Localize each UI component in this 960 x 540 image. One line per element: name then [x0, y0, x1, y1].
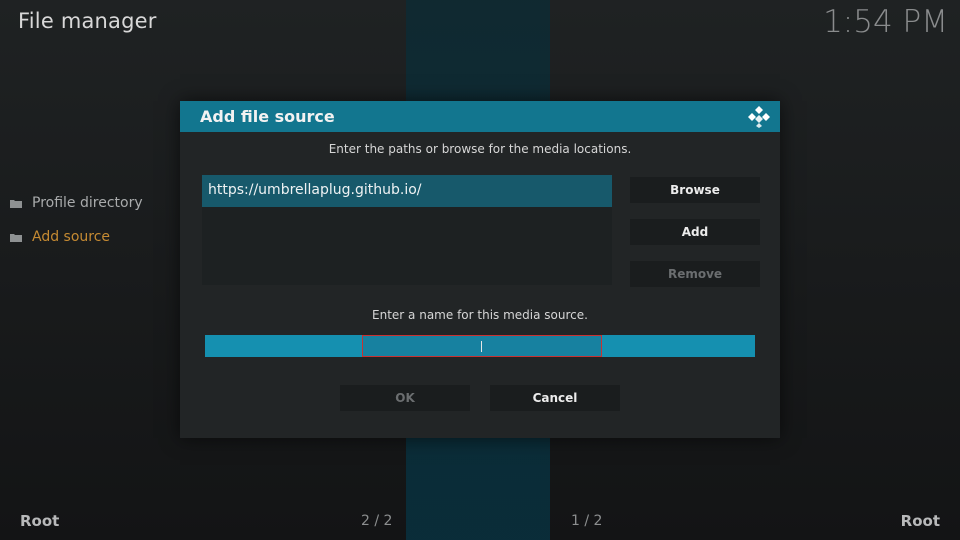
dialog-header: Add file source: [180, 101, 780, 132]
browse-button[interactable]: Browse: [630, 177, 760, 203]
cancel-button[interactable]: Cancel: [490, 385, 620, 411]
source-item-label: Profile directory: [32, 195, 143, 211]
source-name-bar: [205, 335, 755, 357]
path-list-item[interactable]: https://umbrellaplug.github.io/: [202, 175, 612, 207]
footer-right-label: Root: [900, 512, 940, 530]
path-list: https://umbrellaplug.github.io/: [202, 175, 612, 285]
source-name-input[interactable]: [362, 335, 602, 357]
folder-icon: [10, 199, 22, 208]
footer-left-page-count: 2 / 2: [361, 513, 393, 529]
clock: 1:54 PM: [823, 4, 948, 40]
add-button[interactable]: Add: [630, 219, 760, 245]
dialog-title: Add file source: [200, 107, 335, 126]
folder-icon: [10, 233, 22, 242]
add-file-source-dialog: Add file source Enter the paths or brows…: [180, 101, 780, 438]
app-title: File manager: [18, 9, 157, 33]
source-list: Profile directory Add source: [10, 186, 143, 254]
source-item-label: Add source: [32, 229, 111, 245]
file-manager-screen: File manager 1:54 PM Profile directory A…: [0, 0, 960, 540]
footer-right-page-count: 1 / 2: [571, 513, 603, 529]
footer-left-label: Root: [20, 512, 60, 530]
text-caret: [481, 341, 482, 352]
remove-button[interactable]: Remove: [630, 261, 760, 287]
kodi-logo-icon: [747, 105, 771, 129]
name-instruction: Enter a name for this media source.: [372, 308, 588, 322]
source-item-profile-directory[interactable]: Profile directory: [10, 186, 143, 220]
ok-button[interactable]: OK: [340, 385, 470, 411]
paths-instruction: Enter the paths or browse for the media …: [328, 142, 632, 156]
source-item-add-source[interactable]: Add source: [10, 220, 143, 254]
